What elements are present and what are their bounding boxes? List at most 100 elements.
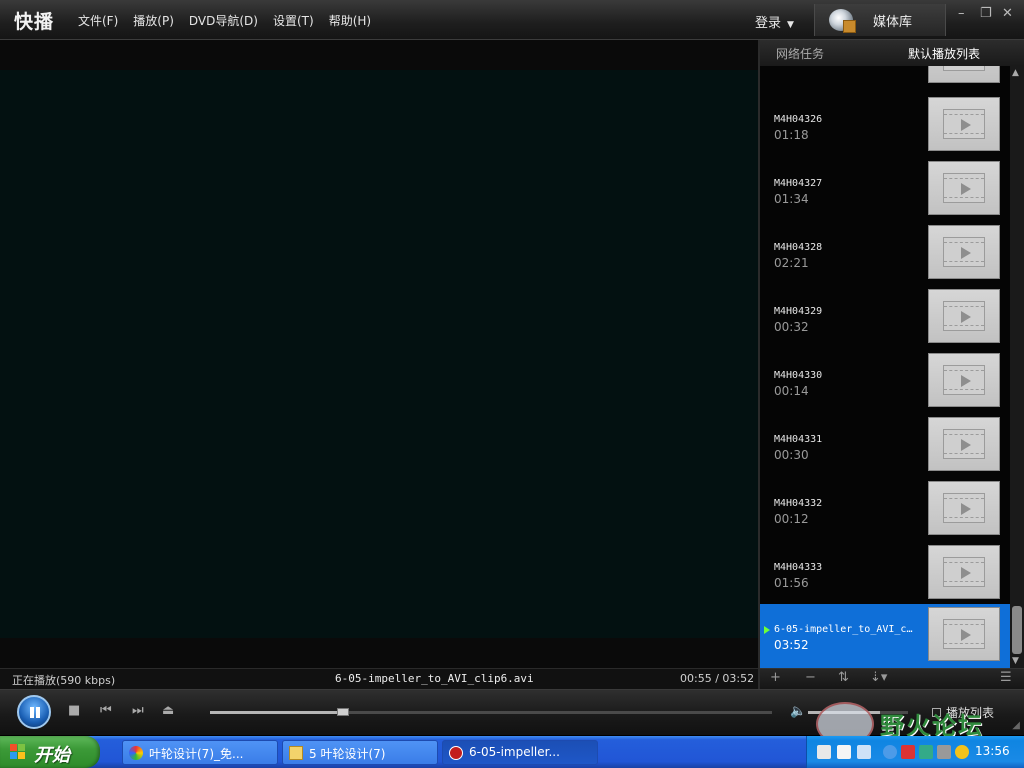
play-icon <box>961 311 971 323</box>
item-duration: 01:56 <box>774 576 809 590</box>
playlist-toggle-button[interactable]: 播放列表 <box>932 704 994 721</box>
title-bar: 快播 文件(F) 播放(P) DVD导航(D) 设置(T) 帮助(H) 登录 ▼ … <box>0 0 1024 40</box>
tab-network-tasks[interactable]: 网络任务 <box>776 45 824 62</box>
play-icon <box>961 629 971 641</box>
list-menu-icon[interactable]: ☰ <box>1000 670 1012 685</box>
scroll-down-icon[interactable]: ▼ <box>1012 656 1019 666</box>
taskbar-button-folder[interactable]: 5 叶轮设计(7) <box>282 740 438 765</box>
pause-button[interactable] <box>17 695 51 729</box>
remove-icon[interactable]: − <box>805 670 816 685</box>
menu-dvd[interactable]: DVD导航(D) <box>189 12 258 29</box>
taskbar-button-player[interactable]: 6-05-impeller... <box>442 740 598 765</box>
video-thumbnail <box>928 97 1000 151</box>
expand-tray-icon[interactable] <box>883 745 897 759</box>
chevron-down-icon: ▼ <box>787 20 794 30</box>
play-icon <box>961 119 971 131</box>
item-duration: 01:18 <box>774 128 809 142</box>
item-name: M4H04328 <box>774 242 823 253</box>
taskbar-button-label: 叶轮设计(7)_免... <box>149 747 244 761</box>
order-mode-icon[interactable]: ⇣▾ <box>870 670 887 685</box>
taskbar-button-browser[interactable]: 叶轮设计(7)_免... <box>122 740 278 765</box>
video-area[interactable] <box>0 40 758 668</box>
list-item[interactable]: M4H04332 00:12 <box>760 478 1010 542</box>
tab-default-playlist[interactable]: 默认播放列表 <box>908 45 980 62</box>
volume-tray-icon[interactable] <box>937 745 951 759</box>
keyboard-icon[interactable] <box>817 745 831 759</box>
player-tray-icon[interactable] <box>901 745 915 759</box>
current-file-name: 6-05-impeller_to_AVI_clip6.avi <box>335 672 534 685</box>
playlist-scrollbar[interactable]: ▲ ▼ <box>1010 66 1024 668</box>
checkbox-icon <box>932 708 941 717</box>
seek-bar[interactable] <box>210 708 772 716</box>
video-thumbnail <box>928 481 1000 535</box>
clock: 13:56 <box>975 744 1010 758</box>
close-button[interactable]: ✕ <box>1002 6 1013 21</box>
menu-play[interactable]: 播放(P) <box>133 12 174 29</box>
playing-status: 正在播放(590 kbps) <box>12 674 116 687</box>
speaker-icon[interactable]: 🔈 <box>790 704 806 719</box>
playlist-panel: 网络任务 默认播放列表 M4H04326 01:18 M4H04327 01:3… <box>758 40 1024 689</box>
scrollbar-thumb[interactable] <box>1012 606 1022 654</box>
list-item[interactable]: M4H04326 01:18 <box>760 94 1010 158</box>
item-duration: 00:32 <box>774 320 809 334</box>
list-item[interactable]: M4H04327 01:34 <box>760 158 1010 222</box>
login-button[interactable]: 登录 ▼ <box>755 12 794 31</box>
windows-taskbar: 开始 叶轮设计(7)_免... 5 叶轮设计(7) 6-05-impeller.… <box>0 736 1024 768</box>
next-icon[interactable]: ⏭ <box>132 703 144 718</box>
sort-icon[interactable]: ⇅ <box>838 670 849 685</box>
video-screen[interactable] <box>0 70 758 638</box>
list-item-playing[interactable]: 6-05-impeller_to_AVI_c… 03:52 <box>760 604 1010 668</box>
item-duration: 01:34 <box>774 192 809 206</box>
menu-bar: 文件(F) 播放(P) DVD导航(D) 设置(T) 帮助(H) <box>78 12 371 29</box>
item-duration: 03:52 <box>774 638 809 652</box>
list-item[interactable]: M4H04333 01:56 <box>760 542 1010 606</box>
video-thumbnail <box>928 225 1000 279</box>
play-icon <box>961 503 971 515</box>
player-icon <box>449 746 463 760</box>
item-duration: 00:14 <box>774 384 809 398</box>
video-thumbnail <box>928 353 1000 407</box>
play-icon <box>961 375 971 387</box>
item-name: M4H04327 <box>774 178 823 189</box>
start-button[interactable]: 开始 <box>0 736 100 768</box>
status-bar: 正在播放(590 kbps) 6-05-impeller_to_AVI_clip… <box>0 668 758 689</box>
list-item[interactable]: M4H04328 02:21 <box>760 222 1010 286</box>
playlist-toggle-label: 播放列表 <box>946 706 995 720</box>
restore-button[interactable]: ❐ <box>980 6 992 21</box>
video-thumbnail <box>928 66 1000 83</box>
taskbar-button-label: 6-05-impeller... <box>469 745 560 759</box>
network-icon[interactable] <box>919 745 933 759</box>
folder-icon <box>289 746 303 760</box>
language-icon[interactable] <box>857 745 871 759</box>
minimize-button[interactable]: – <box>958 6 965 21</box>
menu-help[interactable]: 帮助(H) <box>329 12 371 29</box>
video-thumbnail <box>928 161 1000 215</box>
add-icon[interactable]: + <box>770 670 781 685</box>
menu-file[interactable]: 文件(F) <box>78 12 118 29</box>
windows-flag-icon <box>10 744 26 760</box>
list-item[interactable]: M4H04331 00:30 <box>760 414 1010 478</box>
item-name: M4H04330 <box>774 370 823 381</box>
play-icon <box>961 183 971 195</box>
resize-grip-icon[interactable]: ◢ <box>1012 720 1020 731</box>
list-item-partial[interactable] <box>760 66 1010 90</box>
stop-icon[interactable]: ■ <box>68 703 80 718</box>
video-thumbnail <box>928 289 1000 343</box>
item-name: M4H04329 <box>774 306 823 317</box>
control-bar: ■ ⏮ ⏭ ⏏ 🔈 播放列表 ◢ <box>0 689 1024 735</box>
menu-settings[interactable]: 设置(T) <box>273 12 314 29</box>
play-icon <box>961 439 971 451</box>
security-icon[interactable] <box>955 745 969 759</box>
item-name: M4H04332 <box>774 498 823 509</box>
item-name: M4H04326 <box>774 114 823 125</box>
volume-slider[interactable] <box>808 711 908 714</box>
media-library-button[interactable]: 媒体库 <box>814 4 946 36</box>
previous-icon[interactable]: ⏮ <box>100 703 112 718</box>
list-item[interactable]: M4H04329 00:32 <box>760 286 1010 350</box>
list-item[interactable]: M4H04330 00:14 <box>760 350 1010 414</box>
eject-icon[interactable]: ⏏ <box>162 703 174 718</box>
item-duration: 00:12 <box>774 512 809 526</box>
help-icon[interactable] <box>837 745 851 759</box>
seek-handle[interactable] <box>337 708 350 716</box>
scroll-up-icon[interactable]: ▲ <box>1012 68 1019 78</box>
